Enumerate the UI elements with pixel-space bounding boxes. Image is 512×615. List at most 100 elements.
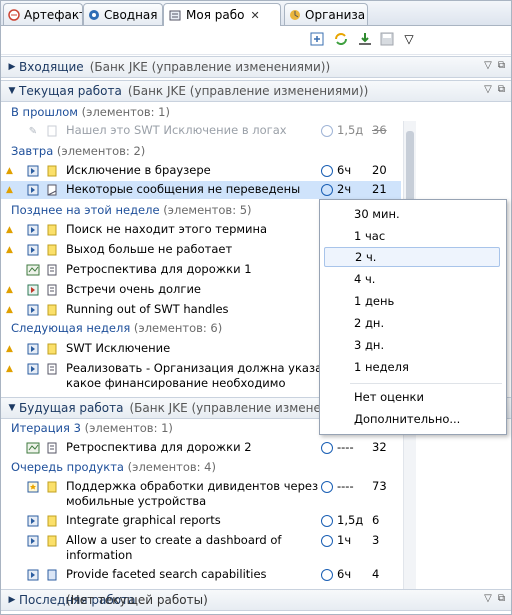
- list-item[interactable]: ▲ Исключение в браузере 6ч 20: [1, 162, 401, 180]
- new-item-icon[interactable]: [309, 31, 325, 47]
- group-iteration[interactable]: Итерация 3 (элементов: 1): [11, 421, 173, 435]
- menu-item-no-estimate[interactable]: Нет оценки: [324, 387, 500, 407]
- group-past[interactable]: В прошлом (элементов: 1): [11, 105, 170, 119]
- menu-item-1-week[interactable]: 1 неделя: [324, 357, 500, 377]
- maximize-icon[interactable]: ⧉: [498, 84, 505, 95]
- task-icon: [26, 514, 40, 528]
- group-product-backlog[interactable]: Очередь продукта (элементов: 4): [11, 460, 216, 474]
- menu-item-3-days[interactable]: 3 дн.: [324, 335, 500, 355]
- list-item[interactable]: Provide faceted search capabilities 6ч 4: [1, 566, 401, 584]
- dropdown-icon[interactable]: ▽: [484, 84, 492, 95]
- list-item[interactable]: ✎ Нашел это SWT Исключение в логах 1,5д …: [1, 122, 401, 140]
- list-item[interactable]: Allow a user to create a dashboard of in…: [1, 532, 401, 564]
- maximize-icon[interactable]: ⧉: [498, 60, 505, 71]
- warning-icon: ▲: [6, 245, 13, 255]
- clock-icon: [321, 515, 333, 527]
- expand-icon[interactable]: ▶: [5, 62, 19, 72]
- retrospective-icon: [26, 441, 40, 455]
- estimate[interactable]: 1,5д: [337, 513, 363, 527]
- artifact-icon: [8, 8, 20, 22]
- tab-my-work[interactable]: Моя рабо ✕: [163, 3, 281, 26]
- priority-icon: [45, 124, 59, 138]
- priority-icon: [45, 164, 59, 178]
- item-id: 20: [372, 163, 387, 177]
- menu-item-1-day[interactable]: 1 день: [324, 291, 500, 311]
- group-later-this-week[interactable]: Позднее на этой неделе (элементов: 5): [11, 203, 252, 217]
- group-next-week[interactable]: Следующая неделя (элементов: 6): [11, 321, 222, 335]
- warning-icon: ▲: [6, 285, 13, 295]
- tab-summary[interactable]: Сводная: [83, 3, 163, 25]
- group-count: (элементов: 5): [163, 203, 252, 217]
- task-icon: [26, 223, 40, 237]
- collapse-icon[interactable]: ▼: [5, 86, 19, 96]
- list-item[interactable]: Поддержка обработки дивидентов через моб…: [1, 478, 401, 510]
- item-title: Ретроспектива для дорожки 1: [66, 262, 252, 276]
- tab-label: Организа: [305, 7, 366, 22]
- tab-label: Артефакт: [24, 7, 83, 22]
- section-inbox[interactable]: ▶ Входящие (Банк JKE (управление изменен…: [1, 56, 511, 78]
- list-item[interactable]: Ретроспектива для дорожки 2 ---- 32: [1, 439, 401, 457]
- section-recent-work[interactable]: ▶ Последняя работа (Нет текущей работы) …: [1, 589, 511, 611]
- warning-icon: ▲: [6, 185, 13, 195]
- menu-item-4-hours[interactable]: 4 ч.: [324, 269, 500, 289]
- item-title: Running out of SWT handles: [66, 302, 229, 316]
- item-title: Ретроспектива для дорожки 2: [66, 440, 252, 454]
- estimate[interactable]: 2ч: [337, 182, 351, 196]
- menu-item-2-days[interactable]: 2 дн.: [324, 313, 500, 333]
- priority-icon: [45, 514, 59, 528]
- maximize-icon[interactable]: ⧉: [498, 593, 505, 604]
- menu-item-2-hours[interactable]: 2 ч.: [324, 247, 500, 267]
- clock-icon: [321, 481, 333, 493]
- task-icon: [26, 183, 40, 197]
- my-work-view: Артефакт Сводная Моя рабо ✕ Организа ▽ ▶…: [0, 0, 512, 615]
- download-icon[interactable]: [357, 31, 373, 47]
- estimate[interactable]: 1,5д: [337, 123, 363, 137]
- section-current-work[interactable]: ▼ Текущая работа (Банк JKE (управление и…: [1, 80, 511, 102]
- menu-item-1-hour[interactable]: 1 час: [324, 226, 500, 246]
- item-title: Allow a user to create a dashboard of: [66, 533, 282, 547]
- list-item[interactable]: Integrate graphical reports 1,5д 6: [1, 512, 401, 530]
- item-title: Поиск не находит этого термина: [66, 222, 268, 236]
- clock-icon: [321, 442, 333, 454]
- warning-icon: ▲: [6, 225, 13, 235]
- tab-organizer[interactable]: Организа: [284, 3, 368, 25]
- item-title-line2: information: [66, 548, 133, 562]
- clock-icon: [321, 535, 333, 547]
- task-icon: [26, 303, 40, 317]
- collapse-icon[interactable]: ▼: [5, 403, 19, 413]
- tab-artifact[interactable]: Артефакт: [3, 3, 83, 25]
- item-id: 36: [372, 123, 387, 137]
- warning-icon: ▲: [6, 166, 13, 176]
- expand-icon[interactable]: ▶: [5, 595, 19, 605]
- clock-icon: [321, 165, 333, 177]
- organizer-icon: [289, 8, 301, 22]
- view-menu-icon[interactable]: ▽: [401, 31, 417, 47]
- estimate[interactable]: ----: [337, 440, 354, 454]
- priority-icon: [45, 441, 59, 455]
- group-count: (элементов: 1): [84, 421, 173, 435]
- sync-icon[interactable]: [333, 31, 349, 47]
- estimate[interactable]: 6ч: [337, 163, 351, 177]
- section-status: (Нет текущей работы): [66, 593, 208, 607]
- menu-item-30-min[interactable]: 30 мин.: [324, 204, 500, 224]
- menu-separator: [350, 383, 502, 384]
- warning-icon: ▲: [6, 344, 13, 354]
- task-icon: [26, 164, 40, 178]
- group-tomorrow[interactable]: Завтра (элементов: 2): [11, 144, 145, 158]
- estimate[interactable]: 6ч: [337, 567, 351, 581]
- priority-icon: [45, 243, 59, 257]
- list-item-selected[interactable]: ▲ Некоторые сообщения не переведены 2ч 2…: [1, 181, 401, 199]
- dropdown-icon[interactable]: ▽: [484, 593, 492, 604]
- save-icon[interactable]: [379, 31, 395, 47]
- tab-label: Сводная: [104, 7, 158, 22]
- priority-icon: [45, 183, 59, 197]
- dropdown-icon[interactable]: ▽: [484, 60, 492, 71]
- close-icon[interactable]: ✕: [250, 9, 259, 22]
- estimate[interactable]: ----: [337, 479, 354, 493]
- menu-item-more[interactable]: Дополнительно...: [324, 409, 500, 429]
- summary-icon: [88, 8, 100, 22]
- task-icon: [26, 243, 40, 257]
- estimate[interactable]: 1ч: [337, 533, 351, 547]
- task-icon: [26, 568, 40, 582]
- my-work-icon: [168, 8, 182, 22]
